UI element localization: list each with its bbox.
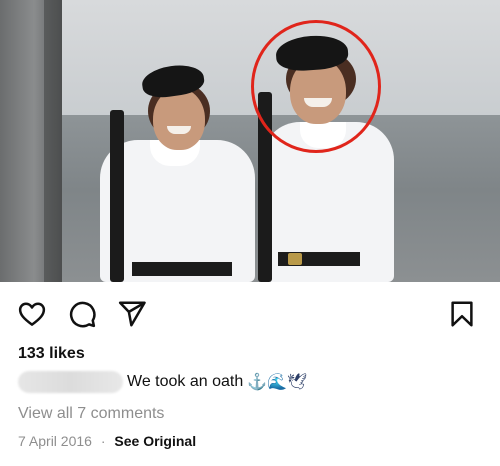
post-meta: 7 April 2016 · See Original [18, 433, 196, 449]
caption-emojis: ⚓🌊🕊 [247, 374, 308, 391]
likes-count[interactable]: 133 likes [18, 345, 85, 363]
post-action-bar [0, 292, 500, 336]
caption-text: We took an oath [127, 373, 244, 390]
comment-icon[interactable] [66, 298, 98, 330]
username-redacted[interactable] [18, 371, 123, 393]
caption: We took an oath ⚓🌊🕊 [18, 368, 488, 396]
post-date: 7 April 2016 [18, 433, 92, 449]
photo-pillar-shadow [44, 0, 62, 282]
heart-icon[interactable] [16, 298, 48, 330]
highlight-circle [251, 20, 381, 153]
photo-sky [0, 0, 500, 115]
bookmark-icon[interactable] [446, 298, 478, 330]
post-photo[interactable] [0, 0, 500, 282]
send-icon[interactable] [116, 298, 148, 330]
see-original-link[interactable]: See Original [114, 433, 196, 449]
meta-separator: · [100, 433, 106, 449]
view-comments-link[interactable]: View all 7 comments [18, 405, 164, 423]
